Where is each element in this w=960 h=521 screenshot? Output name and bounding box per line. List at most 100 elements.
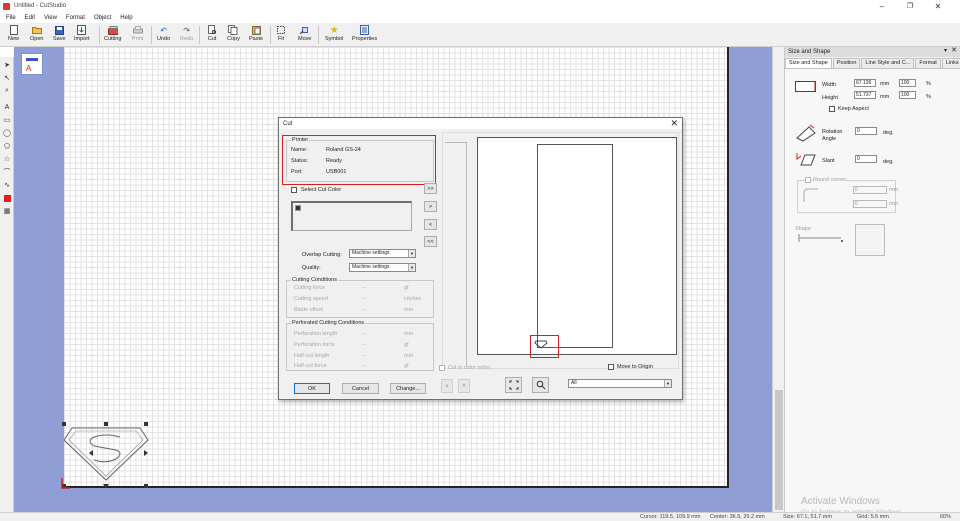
redo-icon: ↷ <box>183 25 190 35</box>
tab-position[interactable]: Position <box>832 58 861 68</box>
keep-aspect-label: Keep Aspect <box>838 106 869 112</box>
blade-offset-label: Blade offset <box>294 307 323 313</box>
rectangle-icon[interactable]: ▭ <box>2 115 12 125</box>
move-left-button[interactable]: < <box>424 219 437 230</box>
width-label: Width <box>822 82 837 88</box>
height-percent-field[interactable]: 100 <box>899 91 916 99</box>
open-button[interactable]: Open <box>30 24 43 46</box>
menu-edit[interactable]: Edit <box>25 15 35 21</box>
import-button[interactable]: Import <box>74 24 90 46</box>
superman-logo-shape[interactable] <box>60 420 152 490</box>
new-button[interactable]: New <box>8 24 19 46</box>
ok-button[interactable]: OK <box>294 383 330 394</box>
bezier-icon[interactable]: ⌒ <box>2 167 12 177</box>
copy-button[interactable]: Copy <box>227 24 240 46</box>
move-all-right-button[interactable]: >> <box>424 183 437 194</box>
maximize-button[interactable]: ❐ <box>896 0 924 12</box>
fit-icon <box>276 25 286 35</box>
overlap-cutting-select[interactable]: Machine settings ▼ <box>349 249 416 258</box>
grid-select-icon[interactable]: ▦ <box>2 206 12 216</box>
quality-select[interactable]: Machine settings ▼ <box>349 263 416 272</box>
move-up-button[interactable]: ▲ <box>441 379 453 393</box>
move-all-left-button[interactable]: << <box>424 236 437 247</box>
freehand-icon[interactable]: ∿ <box>2 180 12 190</box>
width-field[interactable]: 67.136 <box>854 79 876 87</box>
perforated-conditions-title: Perforated Cutting Conditions <box>291 320 366 326</box>
change-button[interactable]: Change... <box>390 383 426 394</box>
height-unit: mm <box>880 94 890 100</box>
color-fill-icon[interactable] <box>2 193 12 203</box>
cut-in-color-order-label: Cut in color order <box>448 365 491 371</box>
tab-links[interactable]: Links <box>941 58 960 68</box>
cutter-icon <box>107 25 118 35</box>
page-thumbnail[interactable]: A <box>21 53 43 75</box>
move-button[interactable]: Move <box>298 24 311 46</box>
star-tool-icon[interactable]: ☆ <box>2 154 12 164</box>
panel-close-icon[interactable]: ✕ <box>951 46 957 54</box>
polygon-icon[interactable]: ⬠ <box>2 141 12 151</box>
round-corner-field-1[interactable]: 0 <box>853 186 887 194</box>
save-button[interactable]: Save <box>53 24 66 46</box>
print-button[interactable]: Print <box>132 24 143 46</box>
toolbar-separator <box>318 26 319 44</box>
menu-view[interactable]: View <box>44 15 57 21</box>
menu-format[interactable]: Format <box>66 15 85 21</box>
fit-preview-button[interactable] <box>505 377 522 393</box>
paste-icon <box>251 25 261 35</box>
color-swatch[interactable] <box>295 205 301 211</box>
menu-file[interactable]: File <box>6 15 16 21</box>
round-corner-label: Round corner <box>813 177 847 183</box>
zoom-icon[interactable]: ⌕ <box>2 86 12 96</box>
keep-aspect-checkbox[interactable] <box>829 106 835 112</box>
menu-help[interactable]: Help <box>120 15 132 21</box>
scrollbar-thumb[interactable] <box>775 390 783 510</box>
move-right-button[interactable]: > <box>424 201 437 212</box>
tab-line-style[interactable]: Line Style and C... <box>861 58 915 68</box>
cutting-button[interactable]: Cutting <box>104 24 121 46</box>
folder-open-icon <box>31 25 42 35</box>
width-percent-field[interactable]: 100 <box>899 79 916 87</box>
slant-icon <box>796 153 816 166</box>
cutting-conditions-title: Cutting Conditions <box>291 277 338 283</box>
cut-dialog: Cut ✕ Printer Name: Roland GS-24 Status:… <box>278 117 683 400</box>
move-down-button[interactable]: ▼ <box>458 379 470 393</box>
round-corner-checkbox[interactable] <box>805 177 811 183</box>
close-button[interactable]: ✕ <box>924 0 952 12</box>
color-list[interactable] <box>291 201 412 231</box>
rotation-field[interactable]: 0 <box>855 127 877 135</box>
preview-ruler-top <box>445 142 467 143</box>
panel-header: Size and Shape ▾ ✕ <box>785 47 960 57</box>
redo-button[interactable]: ↷ Redo <box>180 24 193 46</box>
undo-icon: ↶ <box>160 25 167 35</box>
move-to-origin-checkbox[interactable] <box>608 364 614 370</box>
symbol-button[interactable]: ★ Symbol <box>325 24 343 46</box>
panel-pin-icon[interactable]: ▾ <box>944 47 947 54</box>
text-icon[interactable]: A <box>2 102 12 112</box>
cut-in-color-order-checkbox[interactable] <box>439 365 445 371</box>
ellipse-icon[interactable]: ◯ <box>2 128 12 138</box>
round-corner-field-2[interactable]: 0 <box>853 200 887 208</box>
tab-format[interactable]: Format <box>915 58 941 68</box>
cancel-button[interactable]: Cancel <box>342 383 379 394</box>
height-field[interactable]: 51.737 <box>854 91 876 99</box>
cut-button[interactable]: Cut <box>207 24 217 46</box>
select-arrow-icon[interactable]: ➤ <box>2 60 12 70</box>
minimize-button[interactable]: – <box>868 0 896 12</box>
select-cut-color-checkbox[interactable] <box>291 187 297 193</box>
range-select[interactable]: All ▼ <box>568 379 672 388</box>
menu-object[interactable]: Object <box>94 15 111 21</box>
fit-button[interactable]: Fit <box>276 24 286 46</box>
printer-icon <box>132 25 143 35</box>
node-edit-icon[interactable]: ↖ <box>2 73 12 83</box>
vertical-scrollbar[interactable] <box>772 47 784 512</box>
dialog-close-icon[interactable]: ✕ <box>670 118 678 129</box>
perforation-force-label: Perforation force <box>294 342 335 348</box>
round-corner-icon <box>803 188 818 202</box>
zoom-preview-button[interactable] <box>532 377 549 393</box>
properties-button[interactable]: Properties <box>352 24 377 46</box>
paste-button[interactable]: Paste <box>249 24 263 46</box>
undo-button[interactable]: ↶ Undo <box>157 24 170 46</box>
tab-size-and-shape[interactable]: Size and Shape <box>785 58 832 68</box>
slant-field[interactable]: 0 <box>855 155 877 163</box>
shape-slider[interactable] <box>797 232 847 246</box>
